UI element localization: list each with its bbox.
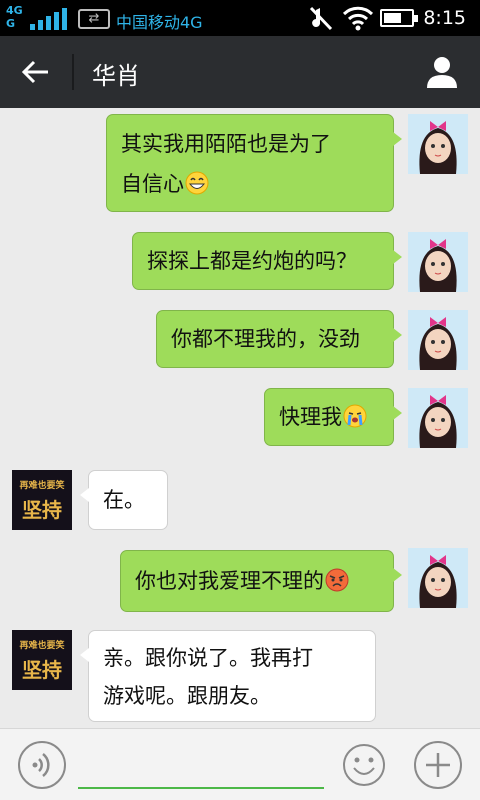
girl-avatar-icon (419, 395, 457, 448)
battery-level (384, 13, 401, 23)
avatar[interactable] (408, 548, 468, 608)
data-transfer-icon: ⇄ (78, 9, 110, 29)
message-text: 亲。跟你说了。我再打 (103, 646, 313, 670)
message-bubble-incoming[interactable]: 亲。跟你说了。我再打 游戏呢。跟朋友。 (80, 630, 376, 722)
crying-emoji-icon (343, 404, 367, 428)
arrow-left-icon (21, 60, 48, 84)
message-text: 探探上都是约炮的吗？ (147, 249, 357, 273)
girl-avatar-icon (419, 121, 457, 174)
message-bubble-incoming[interactable]: 在。 (80, 470, 168, 530)
message-bubble-outgoing[interactable]: 你都不理我的，没劲 (156, 310, 402, 368)
person-icon (427, 57, 457, 88)
message-text: 你也对我爱理不理的 (135, 569, 324, 593)
message-text: 其实我用陌陌也是为了 (121, 132, 331, 156)
contact-avatar[interactable]: 再难也要笑 坚持 (12, 630, 72, 690)
emoji-button[interactable] (340, 741, 388, 789)
wifi-icon (342, 6, 374, 31)
message-list[interactable]: 其实我用陌陌也是为了 自信心 探探上都是约炮的吗？ 你都不理我的，没劲 快理我 … (0, 108, 480, 728)
back-button[interactable] (12, 50, 60, 94)
message-input[interactable] (78, 745, 324, 789)
angry-emoji-icon (325, 568, 349, 592)
battery-icon (380, 9, 418, 27)
avatar-caption: 坚持 (22, 498, 62, 522)
message-bubble-outgoing[interactable]: 你也对我爱理不理的 (120, 550, 402, 612)
composer-bar (0, 728, 480, 800)
avatar[interactable] (408, 388, 468, 448)
clock: 8:15 (423, 7, 466, 29)
signal-bars-icon (30, 8, 70, 30)
girl-avatar-icon (419, 239, 457, 292)
message-bubble-outgoing[interactable]: 其实我用陌陌也是为了 自信心 (106, 114, 402, 212)
girl-avatar-icon (419, 555, 457, 608)
message-text: 游戏呢。跟朋友。 (103, 684, 271, 708)
grin-emoji-icon (185, 171, 209, 195)
smiley-icon (343, 744, 385, 786)
carrier-name: 中国移动4G (116, 13, 203, 32)
avatar-caption: 再难也要笑 (19, 481, 65, 491)
avatar[interactable] (408, 114, 468, 174)
plus-icon (426, 753, 450, 777)
message-text: 在。 (103, 488, 145, 512)
voice-button[interactable] (18, 741, 66, 789)
vibrate-mute-icon (309, 6, 333, 31)
network-type-badge: 4G G (6, 4, 23, 30)
avatar-caption: 再难也要笑 (19, 641, 65, 651)
message-text: 你都不理我的，没劲 (171, 327, 360, 351)
chat-header: 华肖 (0, 36, 480, 108)
message-text: 快理我 (279, 405, 342, 429)
voice-icon (32, 753, 50, 777)
status-bar: 4G G ⇄ 中国移动4G 8:15 (0, 0, 480, 36)
header-divider (72, 54, 74, 90)
page-title: 华肖 (92, 62, 140, 90)
contact-avatar[interactable]: 再难也要笑 坚持 (12, 470, 72, 530)
message-bubble-outgoing[interactable]: 探探上都是约炮的吗？ (132, 232, 402, 290)
message-text: 自信心 (121, 172, 184, 196)
profile-button[interactable] (418, 50, 466, 94)
avatar-caption: 坚持 (22, 658, 62, 682)
avatar[interactable] (408, 310, 468, 370)
message-bubble-outgoing[interactable]: 快理我 (264, 388, 402, 446)
girl-avatar-icon (419, 317, 457, 370)
more-button[interactable] (414, 741, 462, 789)
avatar[interactable] (408, 232, 468, 292)
